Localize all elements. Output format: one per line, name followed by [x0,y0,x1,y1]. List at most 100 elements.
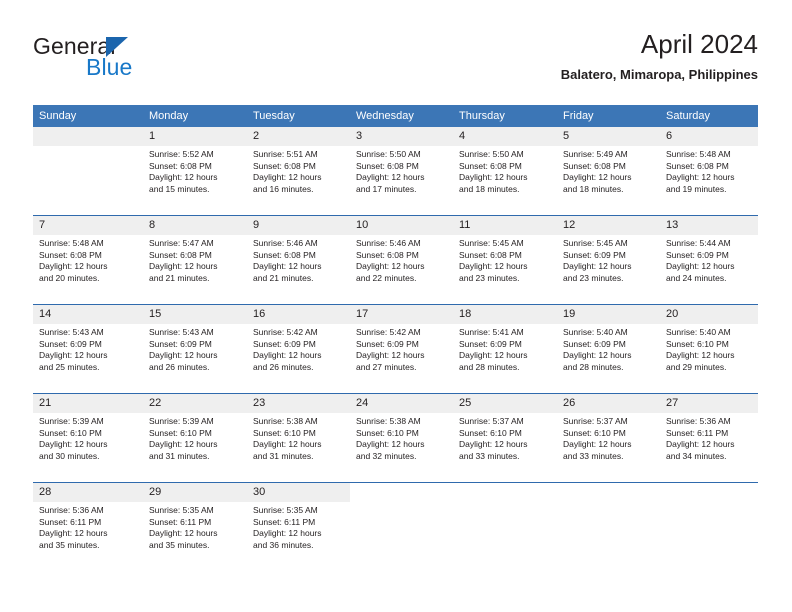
calendar-day-details: Sunrise: 5:42 AM Sunset: 6:09 PM Daylight:… [247,324,350,373]
calendar-day-daylight-line1: Daylight: 12 hours [666,261,735,272]
brand-logo[interactable]: General Blue [33,33,233,89]
calendar-day-cell[interactable]: 6 Sunrise: 5:48 AM Sunset: 6:08 PM Daylight… [660,127,758,216]
calendar-day-sunrise: Sunrise: 5:36 AM [39,505,104,515]
calendar-day-number [557,483,660,502]
calendar-day-daylight-line1: Daylight: 12 hours [356,261,425,272]
calendar-day-sunrise: Sunrise: 5:50 AM [356,149,421,159]
calendar-day-cell[interactable]: 15 Sunrise: 5:43 AM Sunset: 6:09 PM Dayligh… [143,304,247,394]
calendar-day-daylight-line1: Daylight: 12 hours [149,172,218,183]
calendar-day-number: 8 [143,216,247,235]
calendar-day-number [350,483,453,502]
calendar-day-cell[interactable]: 10 Sunrise: 5:46 AM Sunset: 6:08 PM Dayligh… [350,215,453,305]
calendar-day-daylight-line1: Daylight: 12 hours [459,172,528,183]
calendar-day-daylight-line1: Daylight: 12 hours [253,172,322,183]
calendar-day-cell[interactable]: 30 Sunrise: 5:35 AM Sunset: 6:11 PM Dayligh… [247,482,350,571]
calendar-day-cell[interactable]: 4 Sunrise: 5:50 AM Sunset: 6:08 PM Daylight… [453,127,557,216]
calendar-day-cell[interactable] [453,482,557,571]
calendar-day-cell[interactable]: 27 Sunrise: 5:36 AM Sunset: 6:11 PM Dayligh… [660,393,758,483]
calendar-day-cell[interactable]: 21 Sunrise: 5:39 AM Sunset: 6:10 PM Dayligh… [33,393,143,483]
calendar-day-cell[interactable]: 16 Sunrise: 5:42 AM Sunset: 6:09 PM Dayligh… [247,304,350,394]
calendar-day-cell[interactable]: 12 Sunrise: 5:45 AM Sunset: 6:09 PM Dayligh… [557,215,660,305]
calendar-day-sunrise: Sunrise: 5:40 AM [666,327,731,337]
calendar-day-number: 24 [350,394,453,413]
calendar-day-number [453,483,557,502]
calendar-day-daylight-line2: and 33 minutes. [563,450,624,461]
calendar-day-cell[interactable]: 24 Sunrise: 5:38 AM Sunset: 6:10 PM Dayligh… [350,393,453,483]
calendar-day-cell[interactable]: 2 Sunrise: 5:51 AM Sunset: 6:08 PM Daylight… [247,127,350,216]
calendar-day-daylight-line1: Daylight: 12 hours [563,439,632,450]
calendar-day-cell[interactable]: 9 Sunrise: 5:46 AM Sunset: 6:08 PM Daylight… [247,215,350,305]
calendar-day-cell[interactable]: 5 Sunrise: 5:49 AM Sunset: 6:08 PM Daylight… [557,127,660,216]
calendar-day-cell[interactable]: 17 Sunrise: 5:42 AM Sunset: 6:09 PM Dayligh… [350,304,453,394]
calendar-day-cell[interactable]: 20 Sunrise: 5:40 AM Sunset: 6:10 PM Dayligh… [660,304,758,394]
calendar-day-cell[interactable] [557,482,660,571]
calendar-day-cell[interactable]: 13 Sunrise: 5:44 AM Sunset: 6:09 PM Dayligh… [660,215,758,305]
calendar-day-number: 25 [453,394,557,413]
calendar-day-cell[interactable]: 3 Sunrise: 5:50 AM Sunset: 6:08 PM Daylight… [350,127,453,216]
weekday-header-thursday: Thursday [453,105,557,127]
calendar-day-sunset: Sunset: 6:09 PM [666,249,729,260]
calendar-day-daylight-line2: and 19 minutes. [666,183,727,194]
calendar-day-daylight-line1: Daylight: 12 hours [39,439,108,450]
calendar-day-details: Sunrise: 5:46 AM Sunset: 6:08 PM Daylight:… [350,235,453,284]
calendar-day-daylight-line1: Daylight: 12 hours [666,350,735,361]
calendar-day-number: 27 [660,394,758,413]
calendar-day-daylight-line1: Daylight: 12 hours [39,528,108,539]
calendar-day-details: Sunrise: 5:50 AM Sunset: 6:08 PM Daylight:… [350,146,453,195]
weekday-header-monday: Monday [143,105,247,127]
calendar-day-number [33,127,143,146]
calendar-day-cell[interactable]: 23 Sunrise: 5:38 AM Sunset: 6:10 PM Dayligh… [247,393,350,483]
calendar-day-sunrise: Sunrise: 5:49 AM [563,149,628,159]
calendar-day-daylight-line1: Daylight: 12 hours [149,439,218,450]
calendar-day-sunset: Sunset: 6:08 PM [39,249,102,260]
calendar-day-daylight-line1: Daylight: 12 hours [356,172,425,183]
calendar-day-cell[interactable]: 28 Sunrise: 5:36 AM Sunset: 6:11 PM Dayligh… [33,482,143,571]
calendar-day-cell[interactable]: 25 Sunrise: 5:37 AM Sunset: 6:10 PM Dayligh… [453,393,557,483]
calendar-day-daylight-line2: and 26 minutes. [253,361,314,372]
calendar-day-daylight-line1: Daylight: 12 hours [666,439,735,450]
calendar-day-sunrise: Sunrise: 5:37 AM [563,416,628,426]
calendar-day-number: 21 [33,394,143,413]
calendar-day-sunrise: Sunrise: 5:45 AM [459,238,524,248]
calendar-day-daylight-line2: and 32 minutes. [356,450,417,461]
calendar-day-cell[interactable] [33,127,143,216]
calendar-day-sunrise: Sunrise: 5:46 AM [253,238,318,248]
calendar-day-sunset: Sunset: 6:08 PM [149,160,212,171]
calendar-day-cell[interactable] [350,482,453,571]
calendar-day-daylight-line2: and 31 minutes. [149,450,210,461]
calendar-day-cell[interactable]: 8 Sunrise: 5:47 AM Sunset: 6:08 PM Daylight… [143,215,247,305]
calendar-day-sunset: Sunset: 6:09 PM [149,338,212,349]
calendar-day-details: Sunrise: 5:52 AM Sunset: 6:08 PM Daylight:… [143,146,247,195]
calendar-day-sunset: Sunset: 6:08 PM [253,160,316,171]
calendar-day-daylight-line2: and 28 minutes. [563,361,624,372]
calendar-day-number: 18 [453,305,557,324]
calendar-week-row: 21 Sunrise: 5:39 AM Sunset: 6:10 PM Dayligh… [33,393,758,483]
calendar-day-details: Sunrise: 5:45 AM Sunset: 6:09 PM Daylight:… [557,235,660,284]
calendar-day-sunset: Sunset: 6:08 PM [666,160,729,171]
calendar-day-details: Sunrise: 5:47 AM Sunset: 6:08 PM Daylight:… [143,235,247,284]
calendar-day-cell[interactable]: 19 Sunrise: 5:40 AM Sunset: 6:09 PM Dayligh… [557,304,660,394]
calendar-day-daylight-line2: and 36 minutes. [253,539,314,550]
calendar-day-cell[interactable]: 29 Sunrise: 5:35 AM Sunset: 6:11 PM Dayligh… [143,482,247,571]
calendar-day-cell[interactable]: 14 Sunrise: 5:43 AM Sunset: 6:09 PM Dayligh… [33,304,143,394]
calendar-day-sunset: Sunset: 6:10 PM [666,338,729,349]
calendar-day-number: 2 [247,127,350,146]
calendar-day-cell[interactable]: 7 Sunrise: 5:48 AM Sunset: 6:08 PM Daylight… [33,215,143,305]
calendar-day-cell[interactable]: 18 Sunrise: 5:41 AM Sunset: 6:09 PM Dayligh… [453,304,557,394]
calendar-week-row: 14 Sunrise: 5:43 AM Sunset: 6:09 PM Dayligh… [33,304,758,394]
calendar-day-daylight-line1: Daylight: 12 hours [253,350,322,361]
calendar-day-cell[interactable]: 1 Sunrise: 5:52 AM Sunset: 6:08 PM Daylight… [143,127,247,216]
calendar-day-number: 30 [247,483,350,502]
calendar-day-sunrise: Sunrise: 5:39 AM [39,416,104,426]
calendar-day-daylight-line2: and 21 minutes. [253,272,314,283]
calendar-day-sunset: Sunset: 6:10 PM [563,427,626,438]
calendar-day-sunrise: Sunrise: 5:47 AM [149,238,214,248]
calendar-day-cell[interactable]: 11 Sunrise: 5:45 AM Sunset: 6:08 PM Dayligh… [453,215,557,305]
calendar-day-details: Sunrise: 5:42 AM Sunset: 6:09 PM Daylight:… [350,324,453,373]
calendar-day-daylight-line1: Daylight: 12 hours [563,172,632,183]
calendar-day-cell[interactable] [660,482,758,571]
calendar-day-cell[interactable]: 22 Sunrise: 5:39 AM Sunset: 6:10 PM Dayligh… [143,393,247,483]
calendar-day-cell[interactable]: 26 Sunrise: 5:37 AM Sunset: 6:10 PM Dayligh… [557,393,660,483]
calendar-day-sunset: Sunset: 6:08 PM [563,160,626,171]
calendar-day-details: Sunrise: 5:40 AM Sunset: 6:09 PM Daylight:… [557,324,660,373]
